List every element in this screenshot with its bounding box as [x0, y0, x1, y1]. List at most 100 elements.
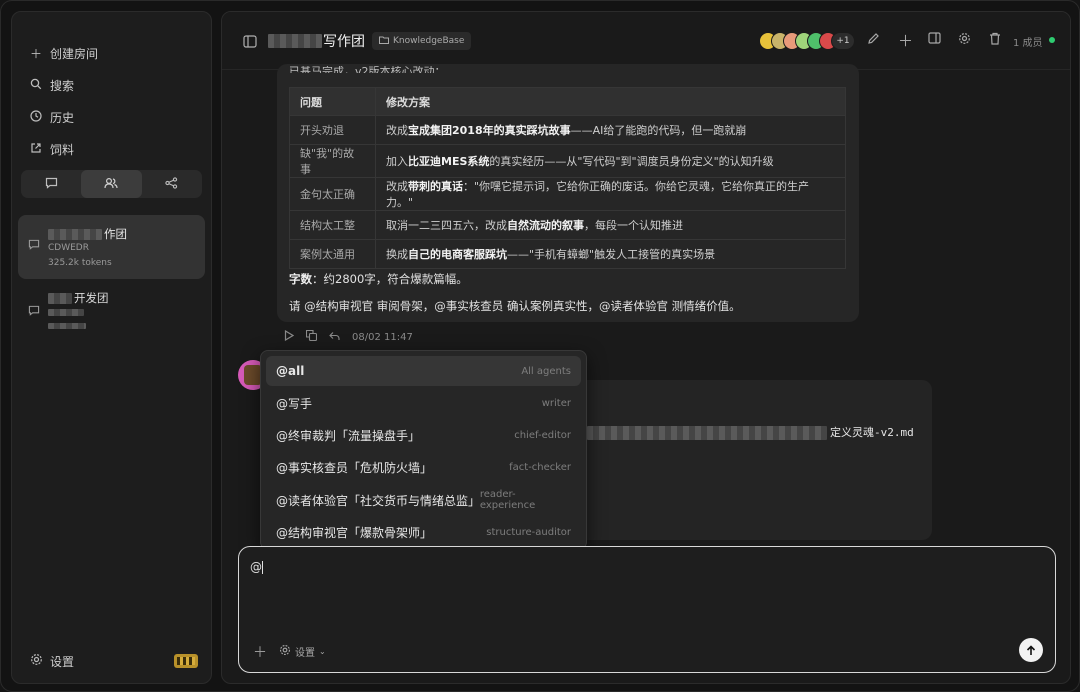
room-item[interactable]: 开发团: [18, 287, 205, 347]
tab-agents[interactable]: [81, 170, 142, 198]
tab-chats[interactable]: [21, 170, 81, 198]
tab-graph[interactable]: [142, 170, 202, 198]
chat-panel: 写作团 KnowledgeBase +1 ＋ 1 成员 已基马完成，v2版本核心…: [221, 11, 1071, 684]
mention-label: @写手: [276, 396, 313, 411]
problem-cell: 案例太通用: [289, 239, 376, 269]
sidebar-view-switcher: [21, 170, 202, 198]
solution-highlight: 比亚迪MES系统: [408, 155, 490, 168]
mention-option[interactable]: @结构审视官「爆款骨架师」 structure-auditor: [266, 518, 581, 548]
mention-option[interactable]: @写手 writer: [266, 388, 581, 418]
solution-prefix: 取消一二三四五六，改成: [386, 219, 507, 232]
panel-icon[interactable]: [928, 32, 941, 48]
solution-cell: 取消一二三四五六，改成自然流动的叙事，每段一个认知推进: [375, 210, 846, 240]
solution-prefix: 加入: [386, 155, 408, 168]
table-row: 结构太工整 取消一二三四五六，改成自然流动的叙事，每段一个认知推进: [289, 210, 846, 240]
send-button[interactable]: [1019, 638, 1043, 662]
solution-cell: 加入比亚迪MES系统的真实经历——从"写代码"到"调度员身份定义"的认知升级: [375, 144, 846, 178]
composer-text[interactable]: @: [250, 560, 263, 574]
solution-highlight: 自然流动的叙事: [507, 219, 584, 232]
chat-icon: [28, 239, 40, 253]
redacted-block: [48, 293, 72, 304]
knowledge-base-tag[interactable]: KnowledgeBase: [372, 32, 472, 50]
gear-icon[interactable]: [958, 32, 971, 49]
redacted-block: [48, 229, 102, 240]
room-name: 作团: [48, 226, 127, 242]
gear-icon: [279, 644, 291, 659]
feed-link[interactable]: 饲料: [29, 138, 74, 160]
trash-icon[interactable]: [989, 32, 1001, 49]
history-link[interactable]: 历史: [29, 106, 74, 128]
mention-key: fact-checker: [509, 462, 571, 474]
problem-cell: 结构太工整: [289, 210, 376, 240]
sidebar-toggle-icon[interactable]: [243, 33, 257, 52]
copy-icon[interactable]: [305, 329, 318, 344]
chevron-down-icon: ⌄: [319, 647, 326, 656]
mention-option[interactable]: @all All agents: [266, 356, 581, 386]
settings-label: 设置: [50, 654, 75, 669]
users-icon: [104, 177, 119, 192]
chat-icon: [28, 305, 40, 319]
agent-message: 已基马完成，v2版本核心改动： 问题 修改方案 开头劝退 改成宝成集团2018年的真…: [277, 64, 859, 322]
mention-label: @事实核查员「危机防火墙」: [276, 461, 433, 476]
message-timestamp: 08/02 11:47: [352, 331, 413, 343]
solution-highlight: 自己的电商客服踩坑: [408, 248, 507, 261]
text-cursor: [262, 561, 263, 574]
redacted-block: [587, 426, 827, 440]
chat-icon: [45, 177, 58, 192]
solution-suffix: ，每段一个认知推进: [584, 219, 683, 232]
attach-plus-icon[interactable]: ＋: [253, 642, 267, 662]
mention-key: writer: [541, 397, 571, 409]
room-name: 开发团: [48, 290, 109, 306]
mention-label: @结构审视官「爆款骨架师」: [276, 526, 433, 540]
mention-menu: @all All agents @写手 writer @终审裁判「流量操盘手」 chief…: [260, 350, 587, 550]
mention-key: structure-auditor: [486, 527, 571, 538]
problem-cell: 开头劝退: [289, 115, 376, 145]
settings-link[interactable]: 设置: [29, 650, 74, 672]
mention-key: chief-editor: [514, 430, 571, 442]
redacted-block: [268, 34, 322, 48]
nav-label: 饲料: [50, 142, 75, 157]
edit-icon[interactable]: [867, 32, 880, 49]
share-icon: [165, 176, 178, 192]
mention-key: reader-experience: [479, 489, 536, 512]
mention-option[interactable]: @事实核查员「危机防火墙」 fact-checker: [266, 453, 581, 483]
review-request: 请 @结构审视官 审阅骨架，@事实核查员 确认案例真实性，@读者体验官 测情绪价…: [289, 299, 741, 313]
solution-prefix: 改成: [386, 180, 408, 193]
mention-label: @all: [276, 364, 305, 378]
room-name-text: 开发团: [74, 291, 109, 305]
nav-label: 创建房间: [50, 46, 99, 61]
word-count-text: ：约2800字，符合爆款篇幅。: [312, 272, 468, 286]
create-room-link[interactable]: ＋ 创建房间: [29, 42, 98, 64]
play-icon[interactable]: [284, 329, 295, 344]
message-actions: 08/02 11:47: [284, 329, 413, 344]
mention-option[interactable]: @读者体验官「社交货币与情绪总监」 reader-experience: [266, 485, 581, 515]
redacted-block: [48, 323, 86, 329]
word-count: 字数：约2800字，符合爆款篇幅。: [289, 271, 468, 287]
mention-option[interactable]: @终审裁判「流量操盘手」 chief-editor: [266, 421, 581, 451]
message-composer[interactable]: @ ＋ 设置 ⌄: [238, 546, 1056, 673]
composer-value: @: [250, 560, 262, 574]
pixel-logo-icon[interactable]: [174, 654, 198, 668]
more-agents-count[interactable]: +1: [831, 32, 855, 50]
message-text-top: 已基马完成，v2版本核心改动：: [289, 66, 446, 73]
solution-cell: 改成宝成集团2018年的真实踩坑故事——AI给了能跑的代码，但一跑就崩: [375, 115, 846, 145]
room-name-text: 作团: [104, 227, 127, 241]
room-item-active[interactable]: 作团 CDWEDR 325.2k tokens: [18, 215, 205, 279]
solution-suffix: ——"手机有蟑螂"触发人工接管的真实场景: [507, 248, 716, 261]
reply-icon[interactable]: [329, 331, 340, 344]
clock-icon: [29, 109, 43, 125]
app-window: ＋ 创建房间 搜索 历史 饲料 作团 CDWEDR 325.2k tokens 开…: [0, 0, 1080, 692]
search-link[interactable]: 搜索: [29, 74, 74, 96]
external-link-icon: [29, 142, 43, 157]
solution-prefix: 换成: [386, 248, 408, 261]
table-row: 案例太通用 换成自己的电商客服踩坑——"手机有蟑螂"触发人工接管的真实场景: [289, 239, 846, 269]
word-count-label: 字数: [289, 272, 312, 286]
solution-prefix: 改成: [386, 124, 408, 137]
redacted-block: [48, 309, 84, 316]
table-row: 金句太正确 改成带刺的真话："你嘿它提示词，它给你正确的废话。你给它灵魂，它给你真…: [289, 177, 846, 211]
plus-icon[interactable]: ＋: [898, 30, 913, 51]
chat-header: 写作团 KnowledgeBase +1 ＋ 1 成员: [222, 12, 1070, 70]
sidebar: ＋ 创建房间 搜索 历史 饲料 作团 CDWEDR 325.2k tokens 开…: [11, 11, 212, 684]
folder-icon: [379, 36, 389, 47]
composer-settings-dropdown[interactable]: 设置 ⌄: [279, 644, 326, 659]
